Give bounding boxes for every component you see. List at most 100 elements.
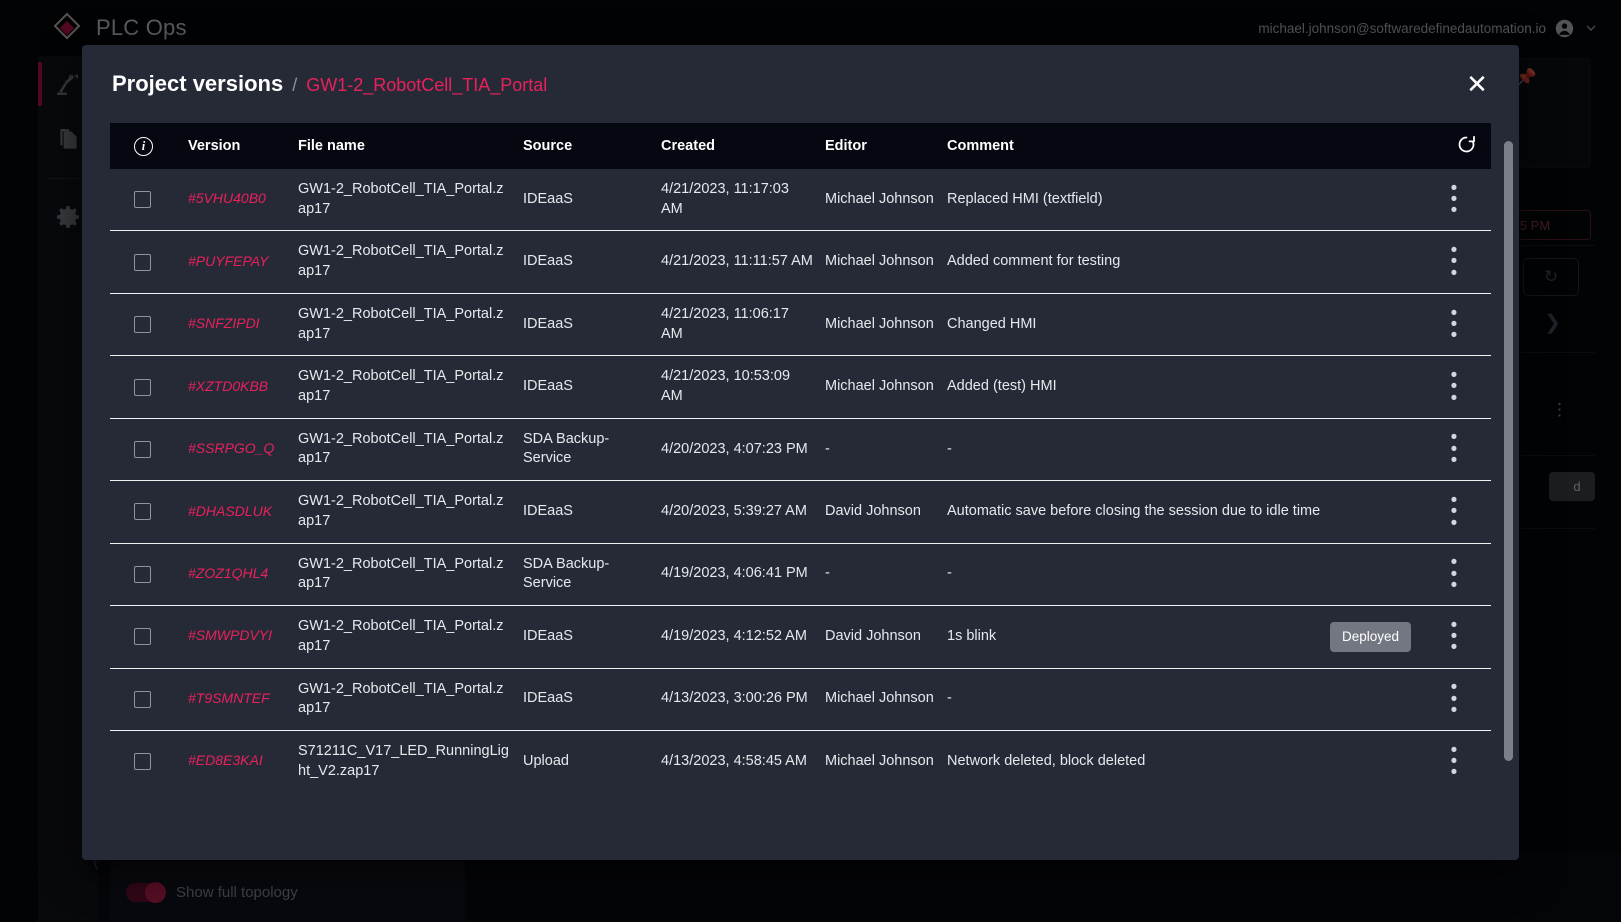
row-version-cell: #SNFZIPDI xyxy=(182,293,292,355)
row-comment-cell: - xyxy=(941,418,1417,480)
breadcrumb: Project versions / GW1-2_RobotCell_TIA_P… xyxy=(112,71,547,97)
header-editor[interactable]: Editor xyxy=(819,123,941,169)
row-actions-cell: ••• xyxy=(1417,231,1491,293)
row-source-cell: IDEaaS xyxy=(517,668,655,730)
row-version-cell: #DHASDLUK xyxy=(182,481,292,543)
row-actions-cell: ••• xyxy=(1417,606,1491,668)
header-file-name[interactable]: File name xyxy=(292,123,517,169)
checkbox-unchecked-icon[interactable] xyxy=(134,503,151,520)
row-checkbox-cell xyxy=(110,418,182,480)
header-version[interactable]: Version xyxy=(182,123,292,169)
row-source-cell: SDA Backup-Service xyxy=(517,543,655,605)
checkbox-unchecked-icon[interactable] xyxy=(134,379,151,396)
version-link[interactable]: #SSRPGO_Q xyxy=(188,440,274,456)
editor-text: Michael Johnson xyxy=(825,690,934,706)
table-row[interactable]: #SNFZIPDIGW1-2_RobotCell_TIA_Portal.zap1… xyxy=(110,293,1491,355)
header-created[interactable]: Created xyxy=(655,123,819,169)
table-row[interactable]: #ZOZ1QHL4GW1-2_RobotCell_TIA_Portal.zap1… xyxy=(110,543,1491,605)
row-checkbox-cell xyxy=(110,543,182,605)
version-link[interactable]: #ZOZ1QHL4 xyxy=(188,565,268,581)
version-link[interactable]: #5VHU40B0 xyxy=(188,190,266,206)
row-file-cell: GW1-2_RobotCell_TIA_Portal.zap17 xyxy=(292,418,517,480)
checkbox-unchecked-icon[interactable] xyxy=(134,566,151,583)
source-text: SDA Backup-Service xyxy=(523,431,609,467)
row-source-cell: IDEaaS xyxy=(517,169,655,231)
checkbox-unchecked-icon[interactable] xyxy=(134,254,151,271)
status-badge: Deployed xyxy=(1330,622,1411,652)
editor-text: Michael Johnson xyxy=(825,378,934,394)
project-versions-modal: Project versions / GW1-2_RobotCell_TIA_P… xyxy=(82,45,1519,860)
row-version-cell: #SSRPGO_Q xyxy=(182,418,292,480)
source-text: IDEaaS xyxy=(523,253,573,269)
editor-text: Michael Johnson xyxy=(825,316,934,332)
modal-scrollbar-thumb[interactable] xyxy=(1504,141,1513,761)
version-link[interactable]: #PUYFEPAY xyxy=(188,253,268,269)
row-actions-cell: ••• xyxy=(1417,543,1491,605)
row-editor-cell: Michael Johnson xyxy=(819,231,941,293)
table-row[interactable]: #SMWPDVYIGW1-2_RobotCell_TIA_Portal.zap1… xyxy=(110,606,1491,668)
row-created-cell: 4/19/2023, 4:12:52 AM xyxy=(655,606,819,668)
table-row[interactable]: #DHASDLUK GW1-2_RobotCell_TIA_Portal.zap1… xyxy=(110,481,1491,543)
table-body: #5VHU40B0 GW1-2_RobotCell_TIA_Portal.zap1… xyxy=(110,169,1491,782)
version-link[interactable]: #XZTD0KBB xyxy=(188,378,268,394)
more-vertical-icon[interactable]: ••• xyxy=(1423,432,1485,466)
close-icon[interactable]: ✕ xyxy=(1463,70,1491,98)
version-link[interactable]: #ED8E3KAI xyxy=(188,752,263,768)
row-comment-cell: 1s blinkDeployed xyxy=(941,606,1417,668)
editor-text: - xyxy=(825,441,830,457)
more-vertical-icon[interactable]: ••• xyxy=(1423,620,1485,654)
info-circle-icon[interactable]: i xyxy=(134,137,153,156)
refresh-icon[interactable] xyxy=(1456,134,1477,155)
file-name-text: GW1-2_RobotCell_TIA_Portal.zap17 xyxy=(298,243,504,279)
more-vertical-icon[interactable]: ••• xyxy=(1423,495,1485,529)
table-row[interactable]: #T9SMNTEFGW1-2_RobotCell_TIA_Portal.zap1… xyxy=(110,668,1491,730)
checkbox-unchecked-icon[interactable] xyxy=(134,316,151,333)
row-editor-cell: Michael Johnson xyxy=(819,293,941,355)
table-row[interactable]: #5VHU40B0GW1-2_RobotCell_TIA_Portal.zap1… xyxy=(110,169,1491,231)
more-vertical-icon[interactable]: ••• xyxy=(1423,183,1485,217)
row-editor-cell: Michael Johnson xyxy=(819,356,941,418)
row-created-cell: 4/21/2023, 11:11:57 AM xyxy=(655,231,819,293)
row-editor-cell: - xyxy=(819,418,941,480)
more-vertical-icon[interactable]: ••• xyxy=(1423,308,1485,342)
more-vertical-icon[interactable]: ••• xyxy=(1423,370,1485,404)
header-source[interactable]: Source xyxy=(517,123,655,169)
comment-text: - xyxy=(947,689,952,709)
row-editor-cell: David Johnson xyxy=(819,606,941,668)
modal-scrollbar[interactable] xyxy=(1504,141,1513,770)
version-link[interactable]: #T9SMNTEF xyxy=(188,690,270,706)
table-header-row: i Version File name Source Created Edito… xyxy=(110,123,1491,169)
version-link[interactable]: #SMWPDVYI xyxy=(188,627,272,643)
row-editor-cell: Michael Johnson xyxy=(819,169,941,231)
file-name-text: GW1-2_RobotCell_TIA_Portal.zap17 xyxy=(298,493,504,529)
checkbox-unchecked-icon[interactable] xyxy=(134,691,151,708)
row-created-cell: 4/21/2023, 11:06:17 AM xyxy=(655,293,819,355)
versions-table: i Version File name Source Created Edito… xyxy=(110,123,1491,782)
breadcrumb-project-name[interactable]: GW1-2_RobotCell_TIA_Portal xyxy=(306,75,547,96)
row-comment-cell: Changed HMI xyxy=(941,293,1417,355)
more-vertical-icon[interactable]: ••• xyxy=(1423,557,1485,591)
comment-text: Replaced HMI (textfield) xyxy=(947,190,1103,210)
created-text: 4/13/2023, 4:58:45 AM xyxy=(661,753,807,769)
version-link[interactable]: #DHASDLUK xyxy=(188,503,272,519)
breadcrumb-separator: / xyxy=(292,75,297,96)
more-vertical-icon[interactable]: ••• xyxy=(1423,682,1485,716)
row-actions-cell: ••• xyxy=(1417,356,1491,418)
table-row[interactable]: #PUYFEPAY GW1-2_RobotCell_TIA_Portal.zap1… xyxy=(110,231,1491,293)
table-row[interactable]: #SSRPGO_Q GW1-2_RobotCell_TIA_Portal.zap1… xyxy=(110,418,1491,480)
checkbox-unchecked-icon[interactable] xyxy=(134,191,151,208)
version-link[interactable]: #SNFZIPDI xyxy=(188,315,260,331)
created-text: 4/20/2023, 4:07:23 PM xyxy=(661,441,808,457)
checkbox-unchecked-icon[interactable] xyxy=(134,628,151,645)
checkbox-unchecked-icon[interactable] xyxy=(134,753,151,770)
more-vertical-icon[interactable]: ••• xyxy=(1423,745,1485,779)
row-actions-cell: ••• xyxy=(1417,668,1491,730)
header-comment[interactable]: Comment xyxy=(941,123,1417,169)
checkbox-unchecked-icon[interactable] xyxy=(134,441,151,458)
file-name-text: S71211C_V17_LED_RunningLight_V2.zap17 xyxy=(298,743,509,779)
more-vertical-icon[interactable]: ••• xyxy=(1423,245,1485,279)
row-version-cell: #SMWPDVYI xyxy=(182,606,292,668)
table-row[interactable]: #ED8E3KAI S71211C_V17_LED_RunningLight_V2… xyxy=(110,730,1491,782)
table-row[interactable]: #XZTD0KBBGW1-2_RobotCell_TIA_Portal.zap1… xyxy=(110,356,1491,418)
editor-text: - xyxy=(825,565,830,581)
